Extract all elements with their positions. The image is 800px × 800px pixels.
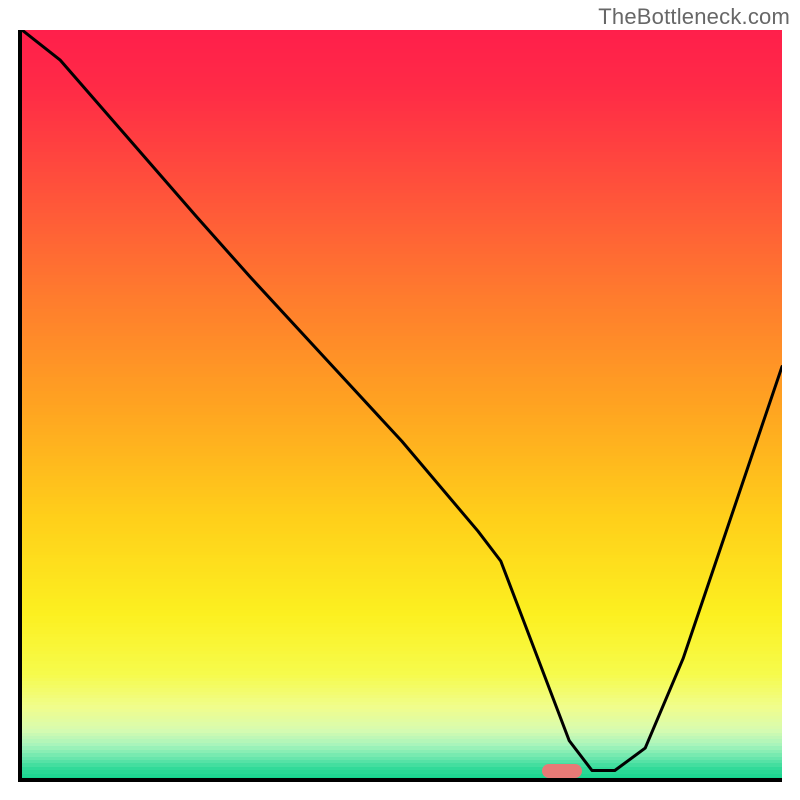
optimum-marker	[542, 764, 582, 778]
plot-area	[18, 30, 782, 782]
chart-container: TheBottleneck.com	[0, 0, 800, 800]
curve-line	[22, 30, 782, 778]
watermark-text: TheBottleneck.com	[598, 4, 790, 30]
